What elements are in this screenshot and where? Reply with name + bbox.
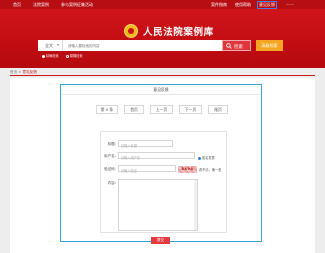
top-nav-guide[interactable]: 案件指南 (211, 2, 227, 8)
top-nav-bar: 首页 法院案例 参与案例征集活动 案件指南 使用帮助 意见反馈 —— (0, 0, 325, 9)
radio-unchecked-icon (65, 54, 69, 58)
breadcrumb-current: 意见反馈 (22, 70, 37, 74)
search-button[interactable]: 检索 (222, 40, 251, 51)
search-input[interactable] (65, 40, 222, 51)
top-nav-feedback[interactable]: 意见反馈 (257, 1, 277, 9)
fuzzy-search-radio[interactable]: 模糊检索 (65, 53, 83, 58)
site-title: 人民法院案例库 (143, 27, 214, 38)
court-emblem-icon (124, 24, 138, 38)
search-icon (226, 43, 232, 49)
captcha-refresh-link[interactable]: 看不清，换一张 (199, 167, 221, 172)
breadcrumb-home[interactable]: 首页 (10, 70, 17, 74)
captcha-image[interactable]: 8X9A (178, 166, 197, 173)
search-scope-label: 全文 (45, 43, 53, 48)
title-label: 标题: (107, 142, 116, 146)
radio-checked-icon (42, 54, 45, 58)
panel-title: 意见反馈 (153, 87, 169, 92)
submit-button[interactable]: 提交 (151, 237, 170, 244)
top-nav-help[interactable]: 使用帮助 (235, 2, 251, 8)
chevron-down-icon (57, 44, 59, 46)
content-label: 内容: (107, 181, 116, 185)
captcha-input[interactable]: 请输入验证 (118, 165, 176, 173)
search-bar: 全文 (38, 40, 222, 51)
content-textarea[interactable] (118, 179, 198, 231)
pager-prev-button[interactable]: 上一页 (150, 105, 173, 114)
title-input[interactable]: 请输入标题 (118, 140, 173, 148)
panel-title-divider (62, 94, 260, 95)
search-button-label: 检索 (234, 44, 243, 50)
username-input[interactable]: 请输入用户名 (118, 152, 195, 160)
anonymous-radio-icon (198, 156, 201, 160)
user-name[interactable]: —— (286, 2, 294, 7)
header-banner: 人民法院案例库 (0, 9, 325, 68)
pager-last-button[interactable]: 尾页 (208, 105, 228, 114)
pager-count: 第 0 条 (96, 105, 118, 114)
pager-first-button[interactable]: 首页 (124, 105, 144, 114)
username-label: 用户名: (104, 154, 116, 158)
pager-next-button[interactable]: 下一页 (179, 105, 202, 114)
breadcrumb-divider (10, 75, 315, 76)
top-nav-collection[interactable]: 参与案例征集活动 (61, 2, 93, 8)
top-nav-home[interactable]: 首页 (13, 2, 21, 8)
advanced-search-button[interactable]: 高级检索 (256, 40, 283, 51)
captcha-label: 验证码: (104, 167, 116, 171)
search-mode-options: 精确检索 模糊检索 (42, 53, 89, 58)
exact-search-radio[interactable]: 精确检索 (42, 53, 59, 58)
anonymous-toggle[interactable]: 匿名发表 (198, 155, 215, 160)
top-nav-cases[interactable]: 法院案例 (33, 2, 49, 8)
search-scope-select[interactable]: 全文 (38, 40, 63, 51)
